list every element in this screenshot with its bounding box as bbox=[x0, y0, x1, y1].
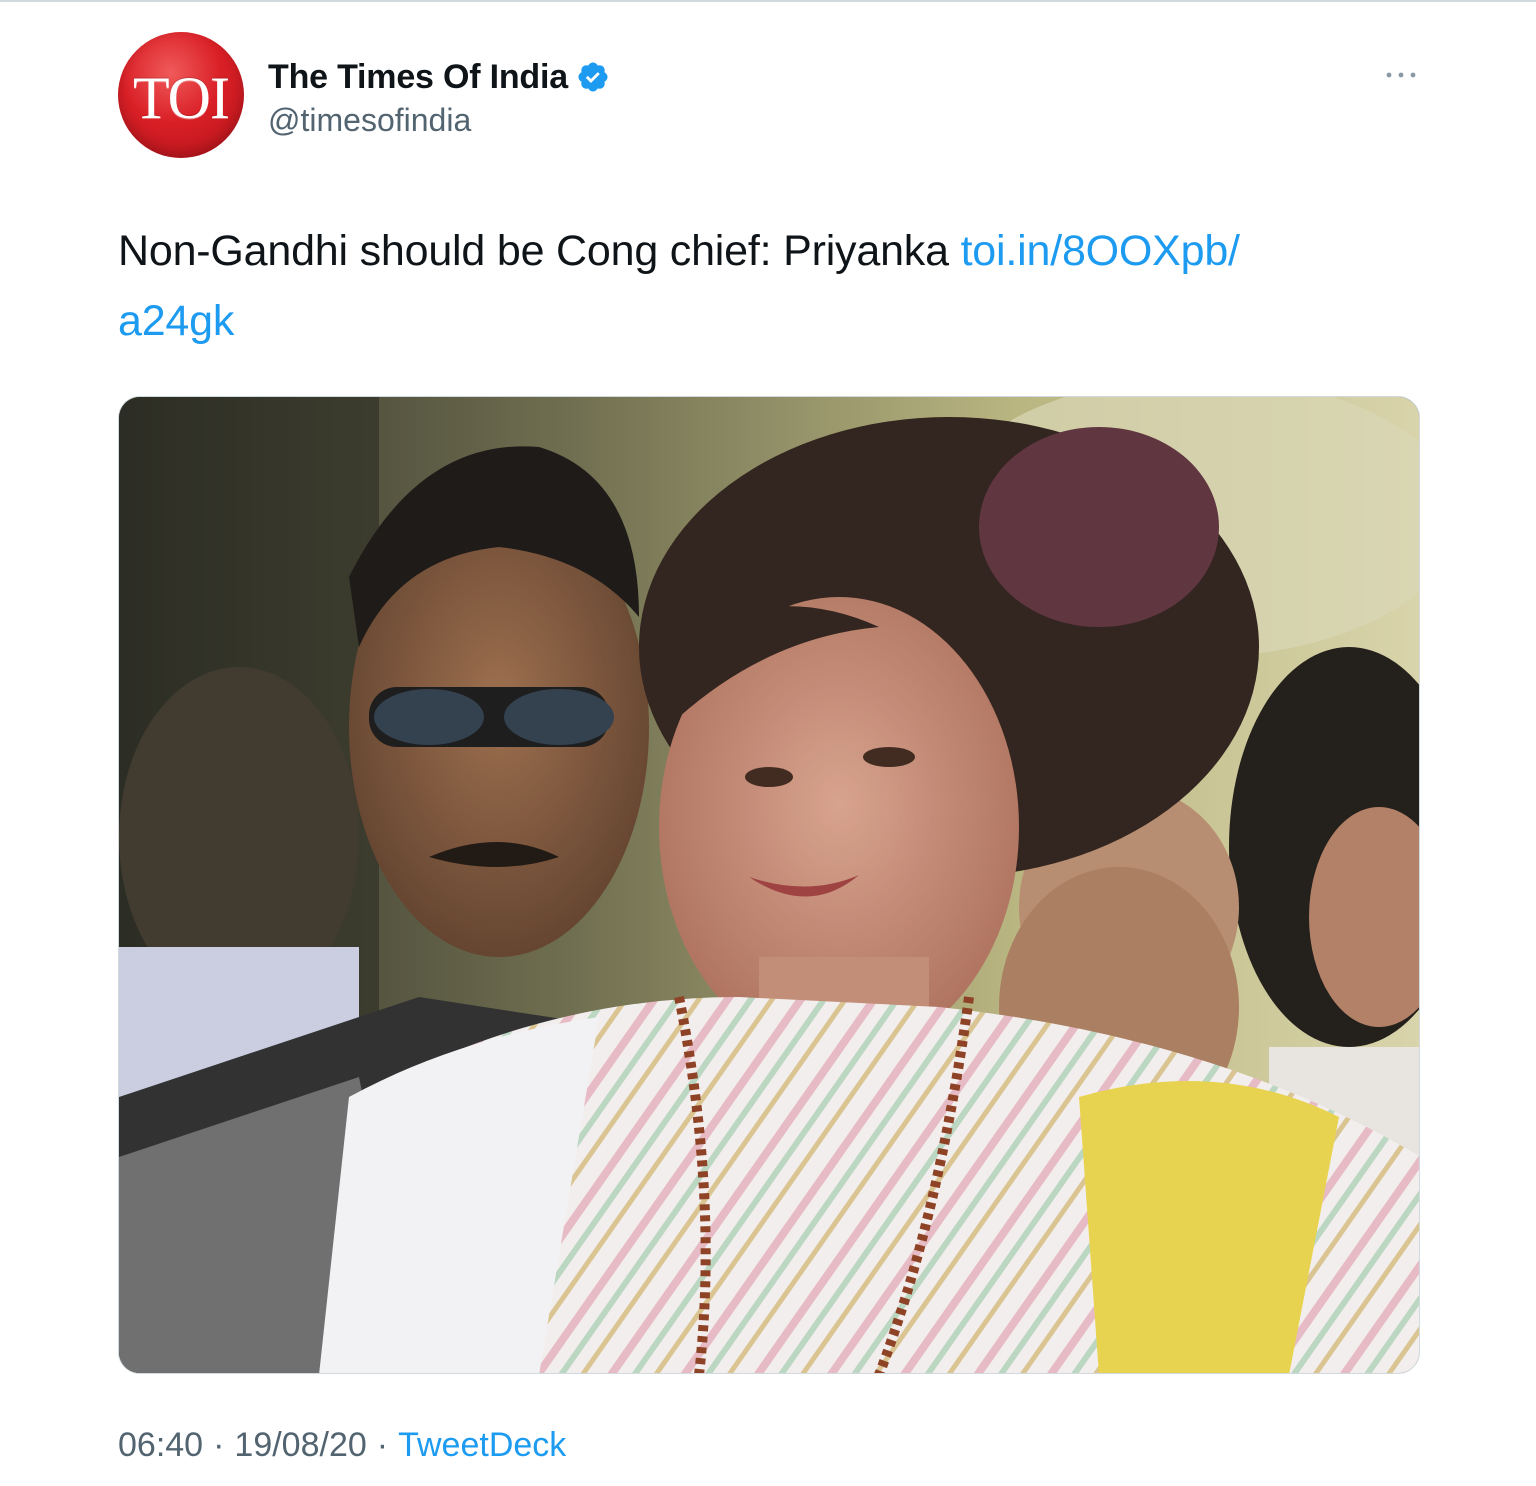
more-horizontal-icon bbox=[1386, 72, 1416, 78]
tweet-card: TOI The Times Of India @timesofindia Non… bbox=[0, 0, 1536, 1486]
meta-separator: · bbox=[213, 1426, 225, 1464]
tweet-link-line1: toi.in/8OOXpb/ bbox=[960, 227, 1240, 275]
tweet-text: Non-Gandhi should be Cong chief: Priyank… bbox=[118, 216, 1428, 356]
more-options-button[interactable] bbox=[1378, 60, 1428, 90]
tweet-meta: 06:40 · 19/08/20 · TweetDeck bbox=[118, 1426, 566, 1465]
avatar[interactable]: TOI bbox=[118, 32, 244, 158]
tweet-time[interactable]: 06:40 bbox=[118, 1426, 203, 1465]
tweet-text-body: Non-Gandhi should be Cong chief: Priyank… bbox=[118, 227, 949, 275]
tweet-source-link[interactable]: TweetDeck bbox=[398, 1426, 566, 1465]
tweet-date[interactable]: 19/08/20 bbox=[234, 1426, 366, 1465]
author-handle[interactable]: @timesofindia bbox=[268, 102, 471, 139]
avatar-logo-text: TOI bbox=[133, 65, 230, 131]
meta-separator: · bbox=[376, 1426, 389, 1464]
tweet-photo[interactable] bbox=[118, 396, 1420, 1374]
verified-badge-icon bbox=[576, 60, 610, 94]
author-name-row: The Times Of India bbox=[268, 54, 610, 100]
author-display-name[interactable]: The Times Of India bbox=[268, 58, 568, 97]
photo-illustration bbox=[119, 397, 1419, 1373]
tweet-link-line2: a24gk bbox=[118, 297, 235, 345]
